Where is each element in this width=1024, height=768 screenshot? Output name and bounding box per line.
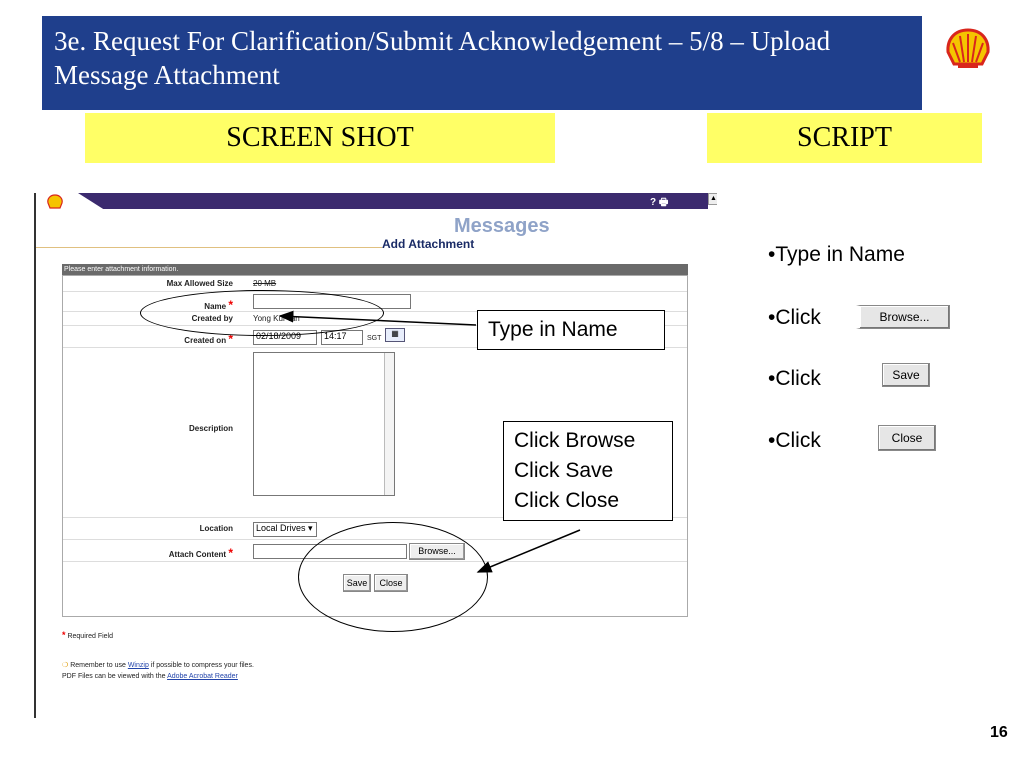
app-banner-bar	[78, 193, 708, 209]
step-browse: Click Browse	[514, 429, 636, 452]
location-select[interactable]: Local Drives ▾	[253, 522, 317, 537]
help-print-icons[interactable]: ? 🖶	[650, 195, 668, 212]
location-label: Location	[199, 524, 233, 533]
winzip-note: ❍ Remember to use Winzip if possible to …	[62, 662, 254, 669]
page-heading: Add Attachment	[382, 237, 475, 251]
required-field-note: * Required Field	[62, 630, 113, 640]
timezone-label: SGT	[367, 335, 382, 342]
form-header: Please enter attachment information.	[62, 264, 688, 275]
shell-logo-icon	[946, 28, 990, 68]
pdf-note: PDF Files can be viewed with the Adobe A…	[62, 673, 238, 680]
attach-content-label: Attach Content *	[168, 546, 233, 560]
heading-divider	[36, 247, 382, 248]
type-name-callout: Type in Name	[477, 310, 665, 350]
buttons-highlight-ellipse	[298, 522, 488, 632]
row-max-size: Max Allowed Size 20 MB	[63, 276, 687, 292]
script-click-close: •Click	[768, 429, 821, 452]
page-number: 16	[990, 724, 1008, 741]
step-close: Click Close	[514, 489, 620, 512]
description-label: Description	[188, 424, 233, 433]
script-type-name: •Type in Name	[768, 243, 905, 266]
script-close-button[interactable]: Close	[878, 425, 936, 451]
script-save-button[interactable]: Save	[882, 363, 930, 387]
acrobat-reader-link[interactable]: Adobe Acrobat Reader	[167, 673, 238, 680]
screenshot-label: SCREEN SHOT	[85, 113, 555, 163]
max-size-value: 20 MB	[253, 279, 277, 288]
calendar-icon[interactable]: ▦	[385, 328, 405, 342]
winzip-link[interactable]: Winzip	[128, 662, 149, 669]
description-textarea[interactable]	[253, 352, 395, 496]
name-highlight-ellipse	[140, 290, 384, 336]
steps-callout: Click Browse Click Save Click Close	[503, 421, 673, 521]
slide-title: 3e. Request For Clarification/Submit Ack…	[42, 16, 922, 110]
script-browse-button[interactable]: Browse...	[856, 305, 950, 329]
script-click-save: •Click	[768, 367, 821, 390]
description-scrollbar[interactable]	[384, 353, 394, 495]
scrollbar-up-arrow[interactable]: ▲	[708, 193, 717, 205]
messages-watermark: Messages	[454, 215, 550, 237]
step-save: Click Save	[514, 459, 614, 482]
script-click-browse: •Click	[768, 306, 821, 329]
info-icon: ❍	[62, 662, 69, 669]
shell-mini-logo-icon	[47, 194, 63, 209]
max-size-label: Max Allowed Size	[166, 279, 233, 288]
script-label: SCRIPT	[707, 113, 982, 163]
